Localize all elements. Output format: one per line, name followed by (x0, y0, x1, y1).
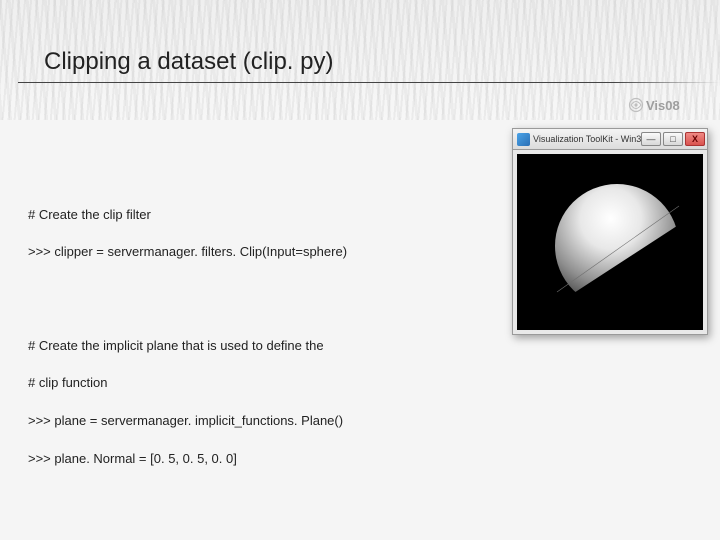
code-comment: # Create the clip filter (28, 206, 450, 225)
logo-text: Vis08 (646, 98, 680, 113)
vtk-render-window: Visualization ToolKit - Win32OpenGL #1 —… (512, 128, 708, 335)
render-frame (512, 150, 708, 335)
title-underline (18, 82, 720, 83)
page-title: Clipping a dataset (clip. py) (44, 48, 333, 76)
vtk-app-icon (517, 133, 530, 146)
code-comment: # Create the implicit plane that is used… (28, 337, 450, 356)
minimize-button[interactable]: — (641, 132, 661, 146)
code-block-1: # Create the clip filter >>> clipper = s… (28, 187, 450, 281)
code-line: >>> plane. Normal = [0. 5, 0. 5, 0. 0] (28, 450, 450, 469)
code-block-3: # Assign the clip function >>> clipper. … (28, 524, 450, 540)
code-region: # Create the clip filter >>> clipper = s… (28, 168, 450, 540)
code-line: >>> plane = servermanager. implicit_func… (28, 412, 450, 431)
close-button[interactable]: X (685, 132, 705, 146)
code-block-2: # Create the implicit plane that is used… (28, 318, 450, 488)
window-title: Visualization ToolKit - Win32OpenGL #1 (533, 134, 641, 144)
clipped-sphere-icon (517, 154, 703, 330)
maximize-button[interactable]: □ (663, 132, 683, 146)
slide: Clipping a dataset (clip. py) Vis08 # Cr… (0, 0, 720, 540)
code-line: >>> clipper = servermanager. filters. Cl… (28, 243, 450, 262)
window-buttons: — □ X (641, 132, 705, 146)
window-titlebar[interactable]: Visualization ToolKit - Win32OpenGL #1 —… (512, 128, 708, 150)
render-viewport[interactable] (517, 154, 703, 330)
vis08-logo: Vis08 (628, 94, 702, 116)
code-comment: # clip function (28, 374, 450, 393)
